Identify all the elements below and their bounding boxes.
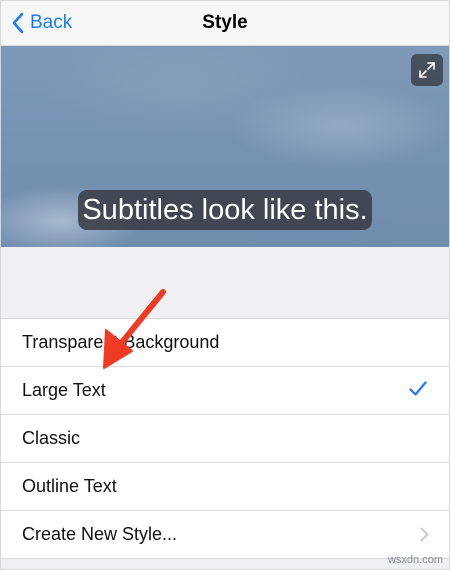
expand-button[interactable] [411,54,443,86]
subtitle-preview: Subtitles look like this. [1,46,449,247]
chevron-right-icon [420,527,429,542]
style-option-classic[interactable]: Classic [1,415,449,463]
subtitle-container: Subtitles look like this. [1,190,449,230]
style-option-large-text[interactable]: Large Text [1,367,449,415]
subtitle-sample-text: Subtitles look like this. [78,190,372,230]
style-option-outline-text[interactable]: Outline Text [1,463,449,511]
checkmark-icon [409,381,427,396]
expand-icon [419,62,435,78]
style-list: Transparent Background Large Text Classi… [1,318,449,559]
style-settings-screen: Back Style Subtitles look like this. Tra… [0,0,450,570]
create-new-style-row[interactable]: Create New Style... [1,511,449,559]
watermark: wsxdn.com [387,554,443,566]
navigation-bar: Back Style [1,1,449,46]
style-option-transparent-background[interactable]: Transparent Background [1,319,449,367]
page-title: Style [202,12,248,33]
style-option-label: Large Text [22,380,106,400]
style-option-label: Outline Text [22,476,117,496]
style-option-label: Classic [22,428,81,448]
style-option-label: Transparent Background [22,332,220,352]
style-option-label: Create New Style... [22,524,178,544]
